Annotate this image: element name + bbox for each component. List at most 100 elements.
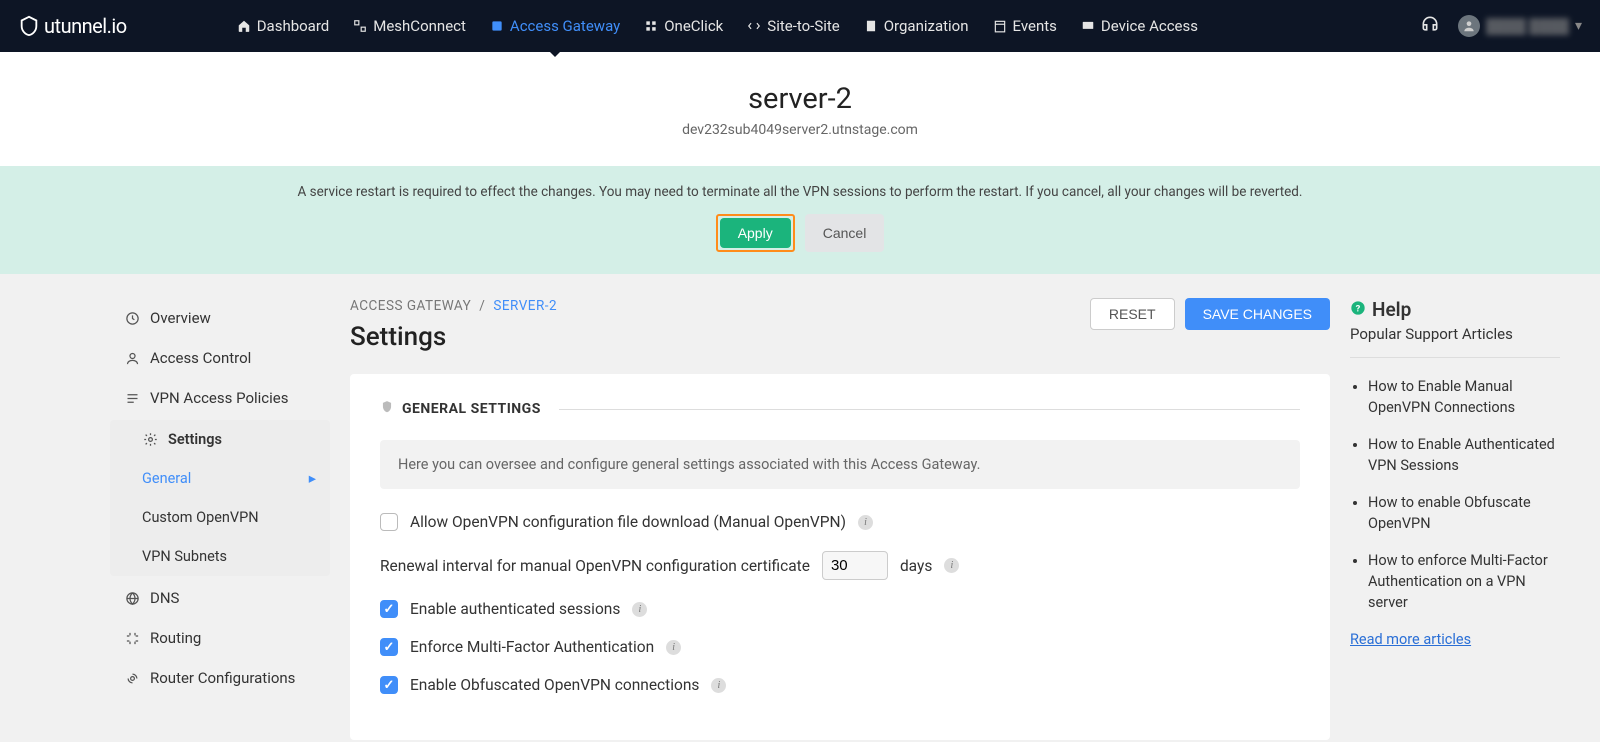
notice-text: A service restart is required to effect … [0, 184, 1600, 200]
content: Overview Access Control VPN Access Polic… [20, 274, 1580, 740]
setting-allow-download: Allow OpenVPN configuration file downloa… [380, 513, 1300, 531]
info-icon[interactable]: i [711, 678, 726, 693]
nav-meshconnect[interactable]: MeshConnect [353, 1, 466, 51]
support-icon[interactable] [1420, 14, 1440, 38]
help-article-link[interactable]: How to enforce Multi-Factor Authenticati… [1368, 550, 1560, 613]
nav-label: Dashboard [257, 17, 330, 35]
sidebar-item-router-config[interactable]: Router Configurations [110, 658, 330, 698]
section-header: GENERAL SETTINGS [380, 400, 1300, 418]
events-icon [993, 19, 1007, 33]
shield-icon [380, 400, 394, 418]
nav-label: Device Access [1101, 17, 1198, 35]
info-icon[interactable]: i [666, 640, 681, 655]
user-icon [124, 350, 140, 366]
nav-site-to-site[interactable]: Site-to-Site [747, 1, 839, 51]
router-icon [124, 670, 140, 686]
help-article-link[interactable]: How to Enable Manual OpenVPN Connections [1368, 376, 1560, 418]
restart-notice: A service restart is required to effect … [0, 166, 1600, 274]
setting-label: Enforce Multi-Factor Authentication [410, 638, 654, 656]
help-icon: ? [1350, 298, 1366, 321]
routing-icon [124, 630, 140, 646]
home-icon [237, 19, 251, 33]
sidebar: Overview Access Control VPN Access Polic… [110, 298, 330, 740]
setting-obfuscated: Enable Obfuscated OpenVPN connections i [380, 676, 1300, 694]
breadcrumb-root[interactable]: ACCESS GATEWAY [350, 298, 471, 314]
server-title: server-2 [0, 82, 1600, 116]
main: ACCESS GATEWAY / SERVER-2 Settings RESET… [350, 298, 1330, 740]
nav-label: Site-to-Site [767, 17, 839, 35]
gear-icon [142, 432, 158, 448]
device-icon [1081, 19, 1095, 33]
setting-renewal-interval: Renewal interval for manual OpenVPN conf… [380, 551, 1300, 580]
main-header: ACCESS GATEWAY / SERVER-2 Settings RESET… [350, 298, 1330, 352]
user-menu[interactable]: ████ ████ ▾ [1458, 15, 1582, 37]
oneclick-icon [644, 19, 658, 33]
nav-device-access[interactable]: Device Access [1081, 1, 1198, 51]
info-icon[interactable]: i [944, 558, 959, 573]
breadcrumb: ACCESS GATEWAY / SERVER-2 [350, 298, 557, 314]
nav-oneclick[interactable]: OneClick [644, 1, 723, 51]
nav-label: Events [1013, 17, 1057, 35]
help-article-link[interactable]: How to Enable Authenticated VPN Sessions [1368, 434, 1560, 476]
sidebar-sub-general[interactable]: General ▸ [110, 459, 330, 498]
checkbox-obfuscated[interactable] [380, 676, 398, 694]
settings-card: GENERAL SETTINGS Here you can oversee an… [350, 374, 1330, 740]
sidebar-settings-group: Settings General ▸ Custom OpenVPN VPN Sub… [110, 420, 330, 576]
overview-icon [124, 310, 140, 326]
notice-actions: Apply Cancel [0, 214, 1600, 252]
nav-label: OneClick [664, 17, 723, 35]
sidebar-label: General [142, 470, 191, 487]
sidebar-label: Settings [168, 431, 222, 448]
apply-button[interactable]: Apply [720, 218, 791, 248]
sidebar-label: Router Configurations [150, 669, 295, 687]
mesh-icon [353, 19, 367, 33]
nav-label: MeshConnect [373, 17, 466, 35]
sidebar-item-access-control[interactable]: Access Control [110, 338, 330, 378]
sidebar-sub-vpn-subnets[interactable]: VPN Subnets [110, 537, 330, 576]
sidebar-sub-custom-openvpn[interactable]: Custom OpenVPN [110, 498, 330, 537]
brand-text: utunnel.io [44, 14, 127, 38]
avatar-icon [1458, 15, 1480, 37]
sidebar-item-routing[interactable]: Routing [110, 618, 330, 658]
sidebar-item-vpn-policies[interactable]: VPN Access Policies [110, 378, 330, 418]
info-icon[interactable]: i [632, 602, 647, 617]
chevron-right-icon: ▸ [309, 470, 316, 487]
nav-label: Access Gateway [510, 17, 620, 35]
reset-button[interactable]: RESET [1090, 298, 1175, 330]
sidebar-label: Routing [150, 629, 201, 647]
setting-mfa: Enforce Multi-Factor Authentication i [380, 638, 1300, 656]
caret-down-icon: ▾ [1575, 18, 1582, 34]
policies-icon [124, 390, 140, 406]
read-more-link[interactable]: Read more articles [1350, 631, 1471, 648]
brand-logo[interactable]: utunnel.io [18, 14, 127, 38]
cancel-button[interactable]: Cancel [805, 214, 885, 252]
sidebar-item-settings[interactable]: Settings [110, 420, 330, 459]
site-icon [747, 19, 761, 33]
nav-dashboard[interactable]: Dashboard [237, 1, 330, 51]
sidebar-label: Overview [150, 309, 211, 327]
breadcrumb-current: SERVER-2 [493, 298, 557, 314]
renewal-interval-input[interactable] [822, 551, 888, 580]
sidebar-item-overview[interactable]: Overview [110, 298, 330, 338]
nav-access-gateway[interactable]: Access Gateway [490, 1, 620, 51]
help-subtitle: Popular Support Articles [1350, 325, 1560, 358]
checkbox-mfa[interactable] [380, 638, 398, 656]
nav-organization[interactable]: Organization [864, 1, 969, 51]
page-header: server-2 dev232sub4049server2.utnstage.c… [0, 52, 1600, 166]
globe-icon [124, 590, 140, 606]
info-icon[interactable]: i [858, 515, 873, 530]
sidebar-label: VPN Subnets [142, 548, 227, 565]
checkbox-auth-sessions[interactable] [380, 600, 398, 618]
sidebar-label: Custom OpenVPN [142, 509, 259, 526]
help-title-text: Help [1372, 298, 1411, 321]
topbar: utunnel.io Dashboard MeshConnect Access … [0, 0, 1600, 52]
user-name: ████ ████ [1486, 18, 1569, 35]
save-changes-button[interactable]: SAVE CHANGES [1185, 298, 1330, 330]
section-title: GENERAL SETTINGS [402, 401, 541, 417]
help-article-link[interactable]: How to enable Obfuscate OpenVPN [1368, 492, 1560, 534]
sidebar-item-dns[interactable]: DNS [110, 578, 330, 618]
nav-events[interactable]: Events [993, 1, 1057, 51]
topbar-right: ████ ████ ▾ [1420, 14, 1582, 38]
divider [559, 409, 1300, 410]
checkbox-allow-download[interactable] [380, 513, 398, 531]
